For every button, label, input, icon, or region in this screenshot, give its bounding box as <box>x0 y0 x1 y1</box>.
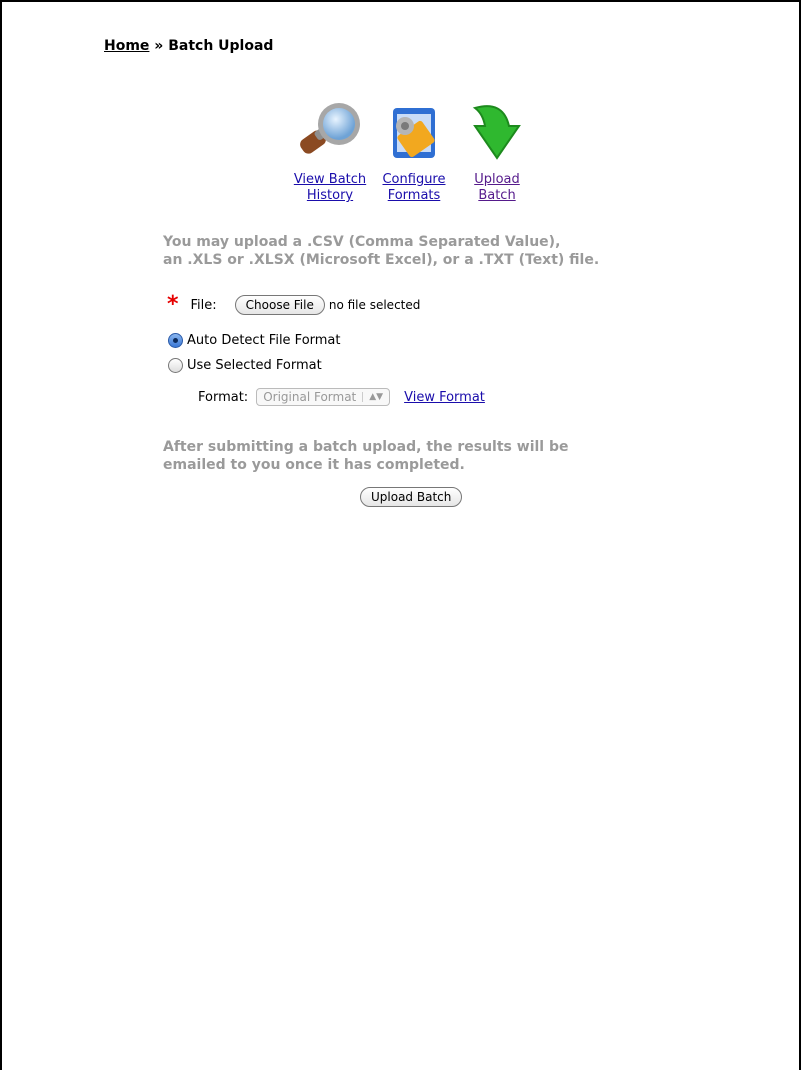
note-line-2: emailed to you once it has completed. <box>163 457 465 473</box>
format-select[interactable]: Original Format ▲▼ <box>256 388 391 406</box>
view-format-link[interactable]: View Format <box>404 390 485 405</box>
file-row: * File: Choose File no file selected <box>167 292 421 317</box>
intro-text: You may upload a .CSV (Comma Separated V… <box>163 233 599 269</box>
auto-detect-option[interactable]: Auto Detect File Format <box>168 333 341 348</box>
configure-formats-link[interactable]: Configure Formats <box>382 172 445 203</box>
format-select-value: Original Format <box>263 390 357 404</box>
auto-detect-label: Auto Detect File Format <box>187 333 341 348</box>
page-frame-left <box>0 0 2 1070</box>
format-label: Format: <box>198 389 249 405</box>
file-status: no file selected <box>328 298 421 312</box>
configure-icon[interactable] <box>379 100 449 166</box>
intro-line-2: an .XLS or .XLSX (Microsoft Excel), or a… <box>163 252 600 268</box>
use-selected-label: Use Selected Format <box>187 358 322 373</box>
breadcrumb-separator: » <box>154 38 164 54</box>
use-selected-radio[interactable] <box>168 358 183 373</box>
select-stepper-icon: ▲▼ <box>362 392 383 402</box>
choose-file-button[interactable]: Choose File <box>234 295 325 315</box>
auto-detect-radio[interactable] <box>168 333 183 348</box>
upload-batch-button[interactable]: Upload Batch <box>360 487 463 507</box>
intro-line-1: You may upload a .CSV (Comma Separated V… <box>163 234 561 250</box>
breadcrumb-current: Batch Upload <box>168 38 274 54</box>
breadcrumb: Home » Batch Upload <box>104 38 273 54</box>
upload-batch-link[interactable]: Upload Batch <box>474 172 520 203</box>
view-batch-history-tool[interactable]: View Batch History <box>290 100 370 204</box>
view-batch-history-link[interactable]: View Batch History <box>294 172 366 203</box>
configure-formats-tool[interactable]: Configure Formats <box>378 100 450 204</box>
page-frame-top <box>0 0 801 2</box>
note-text: After submitting a batch upload, the res… <box>163 438 568 474</box>
format-row: Format: Original Format ▲▼ View Format <box>198 388 485 406</box>
file-label: File: <box>190 297 217 313</box>
use-selected-option[interactable]: Use Selected Format <box>168 358 322 373</box>
breadcrumb-home-link[interactable]: Home <box>104 38 149 54</box>
note-line-1: After submitting a batch upload, the res… <box>163 439 569 455</box>
magnifier-icon[interactable] <box>295 100 365 166</box>
submit-area: Upload Batch <box>360 486 463 507</box>
upload-batch-tool[interactable]: Upload Batch <box>466 100 528 204</box>
required-marker: * <box>167 292 179 317</box>
upload-arrow-icon[interactable] <box>467 100 527 166</box>
